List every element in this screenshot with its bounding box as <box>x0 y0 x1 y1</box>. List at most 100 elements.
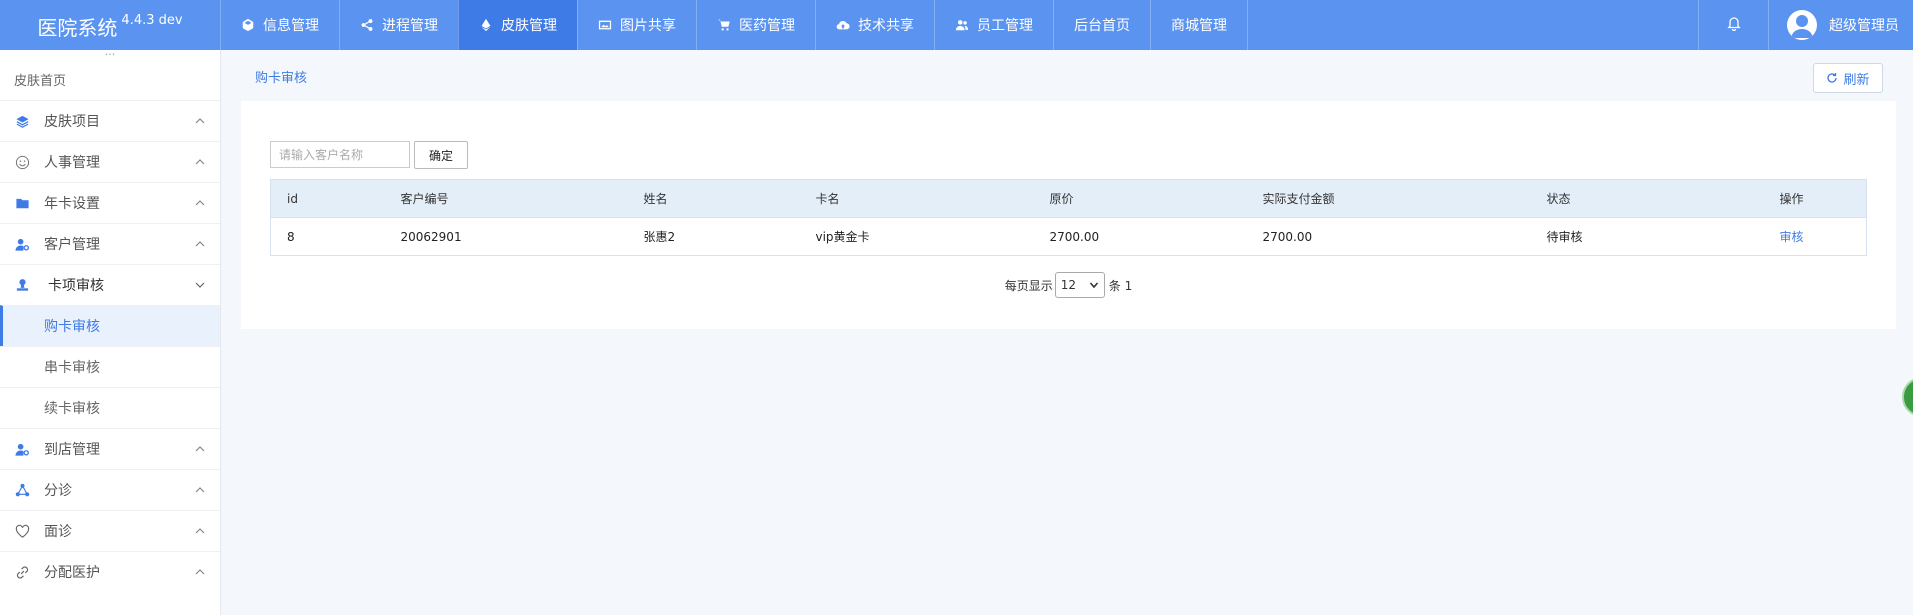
table-row: 8 20062901 张惠2 vip黄金卡 2700.00 2700.00 待审… <box>271 218 1867 256</box>
column-header: 操作 <box>1763 179 1867 218</box>
sidebar-subitem-transfer-review[interactable]: 串卡审核 <box>0 346 220 387</box>
chevron-up-icon <box>194 443 206 455</box>
app-brand[interactable]: 医院系统 4.4.3 dev <box>0 0 220 50</box>
per-page-value: 12 <box>1060 278 1077 292</box>
nav-item-label: 技术共享 <box>858 18 914 34</box>
nav-item-label: 进程管理 <box>382 18 438 34</box>
column-header: 原价 <box>1033 179 1247 218</box>
sidebar: ··· 皮肤首页 皮肤项目 人事管理 年卡设置 客户管理 卡项审核 购卡审核 串… <box>0 50 221 615</box>
sidebar-item-label: 分配医护 <box>44 565 100 581</box>
heart-icon <box>14 523 30 539</box>
column-header: 姓名 <box>627 179 800 218</box>
notification-button[interactable] <box>1698 0 1768 50</box>
pagination: 每页显示 12 条 1 <box>241 272 1896 298</box>
column-header: 客户编号 <box>384 179 628 218</box>
share-icon <box>360 18 374 32</box>
image-icon <box>598 18 612 32</box>
chevron-up-icon <box>194 197 206 209</box>
chevron-up-icon <box>194 238 206 250</box>
cell-name: 张惠2 <box>643 230 676 244</box>
sidebar-subitem-renewal-review[interactable]: 续卡审核 <box>0 387 220 428</box>
breadcrumb[interactable]: 购卡审核 <box>255 67 307 86</box>
chevron-up-icon <box>194 566 206 578</box>
nav-item-label: 医药管理 <box>739 18 795 34</box>
chevron-up-icon <box>194 525 206 537</box>
drop-icon <box>479 18 493 32</box>
layers-icon <box>14 113 30 129</box>
sidebar-item-label: 客户管理 <box>44 237 100 253</box>
column-header: id <box>270 179 385 218</box>
sidebar-item-customers[interactable]: 客户管理 <box>0 223 220 264</box>
nav-item-mall[interactable]: 商城管理 <box>1150 0 1248 50</box>
chevron-up-icon <box>194 115 206 127</box>
cell-original-price: 2700.00 <box>1049 229 1100 244</box>
cart-icon <box>717 18 731 32</box>
avatar <box>1787 10 1817 40</box>
nav-item-skin[interactable]: 皮肤管理 <box>458 0 577 50</box>
sidebar-item-label: 皮肤项目 <box>44 114 100 130</box>
nav-item-info[interactable]: 信息管理 <box>220 0 339 50</box>
column-header: 卡名 <box>799 179 1034 218</box>
bell-icon <box>1726 15 1742 35</box>
total-count: 条 1 <box>1108 278 1133 293</box>
refresh-button[interactable]: 刷新 <box>1813 63 1883 93</box>
sidebar-item-skin-projects[interactable]: 皮肤项目 <box>0 100 220 141</box>
nav-item-medicine[interactable]: 医药管理 <box>696 0 815 50</box>
nav-item-label: 后台首页 <box>1074 18 1130 34</box>
sidebar-subitem-purchase-review[interactable]: 购卡审核 <box>0 305 220 346</box>
chevron-up-icon <box>194 156 206 168</box>
sidebar-item-store-visits[interactable]: 到店管理 <box>0 428 220 469</box>
user-gear-icon <box>14 441 30 457</box>
top-nav: 信息管理 进程管理 皮肤管理 图片共享 医药管理 技术共享 员工管理 后台首页 <box>220 0 1248 50</box>
cloud-upload-icon <box>836 18 850 32</box>
cell-status: 待审核 <box>1546 230 1583 244</box>
cell-card-name: vip黄金卡 <box>815 230 870 244</box>
confirm-button[interactable]: 确定 <box>414 141 468 169</box>
top-right: 超级管理员 <box>1698 0 1913 50</box>
nav-item-tech[interactable]: 技术共享 <box>815 0 934 50</box>
user-name: 超级管理员 <box>1829 18 1899 34</box>
sidebar-item-consultation[interactable]: 面诊 <box>0 510 220 551</box>
sidebar-item-triage[interactable]: 分诊 <box>0 469 220 510</box>
link-icon <box>14 564 30 580</box>
user-gear-icon <box>14 236 30 252</box>
cell-id: 8 <box>287 229 295 244</box>
sidebar-item-label: 年卡设置 <box>44 196 100 212</box>
card-review-table: id 客户编号 姓名 卡名 原价 实际支付金额 状态 操作 8 20062901… <box>270 179 1867 256</box>
table-header-row: id 客户编号 姓名 卡名 原价 实际支付金额 状态 操作 <box>270 179 1867 218</box>
app-version: 4.4.3 dev <box>121 13 183 28</box>
user-menu[interactable]: 超级管理员 <box>1768 0 1913 50</box>
chevron-down-icon <box>194 279 206 291</box>
sidebar-item-assign-medical[interactable]: 分配医护 <box>0 551 220 592</box>
refresh-icon <box>1827 73 1838 83</box>
cube-icon <box>241 18 255 32</box>
nav-item-label: 商城管理 <box>1171 18 1227 34</box>
nav-item-label: 信息管理 <box>263 18 319 34</box>
nav-item-label: 图片共享 <box>620 18 676 34</box>
app-name: 医院系统 <box>37 16 118 40</box>
sidebar-home-link[interactable]: 皮肤首页 <box>0 64 220 100</box>
nav-item-staff[interactable]: 员工管理 <box>934 0 1053 50</box>
sidebar-item-annual-card[interactable]: 年卡设置 <box>0 182 220 223</box>
review-link[interactable]: 审核 <box>1780 230 1804 244</box>
nav-item-process[interactable]: 进程管理 <box>339 0 458 50</box>
folder-icon <box>14 195 30 211</box>
sidebar-item-hr[interactable]: 人事管理 <box>0 141 220 182</box>
customer-search-input[interactable] <box>270 141 410 168</box>
cell-paid-amount: 2700.00 <box>1262 229 1313 244</box>
cell-customer-no: 20062901 <box>400 229 462 244</box>
chevron-down-icon <box>1089 282 1098 289</box>
sidebar-item-label: 面诊 <box>44 524 72 540</box>
main-content: 购卡审核 刷新 确定 id 客户编号 姓名 卡名 原价 实际支付金额 状态 操作 <box>221 50 1913 615</box>
nav-item-label: 员工管理 <box>977 18 1033 34</box>
top-bar: 医院系统 4.4.3 dev 信息管理 进程管理 皮肤管理 图片共享 医药管理 … <box>0 0 1913 50</box>
nav-item-label: 皮肤管理 <box>501 18 557 34</box>
smile-icon <box>14 154 30 170</box>
cell-action: 审核 <box>1764 218 1867 256</box>
sidebar-item-card-review[interactable]: 卡项审核 <box>0 264 220 305</box>
nav-item-images[interactable]: 图片共享 <box>577 0 696 50</box>
nav-item-admin-home[interactable]: 后台首页 <box>1053 0 1150 50</box>
column-header: 状态 <box>1530 179 1764 218</box>
sidebar-collapse-handle[interactable]: ··· <box>0 50 220 64</box>
per-page-select[interactable]: 12 <box>1054 272 1105 298</box>
